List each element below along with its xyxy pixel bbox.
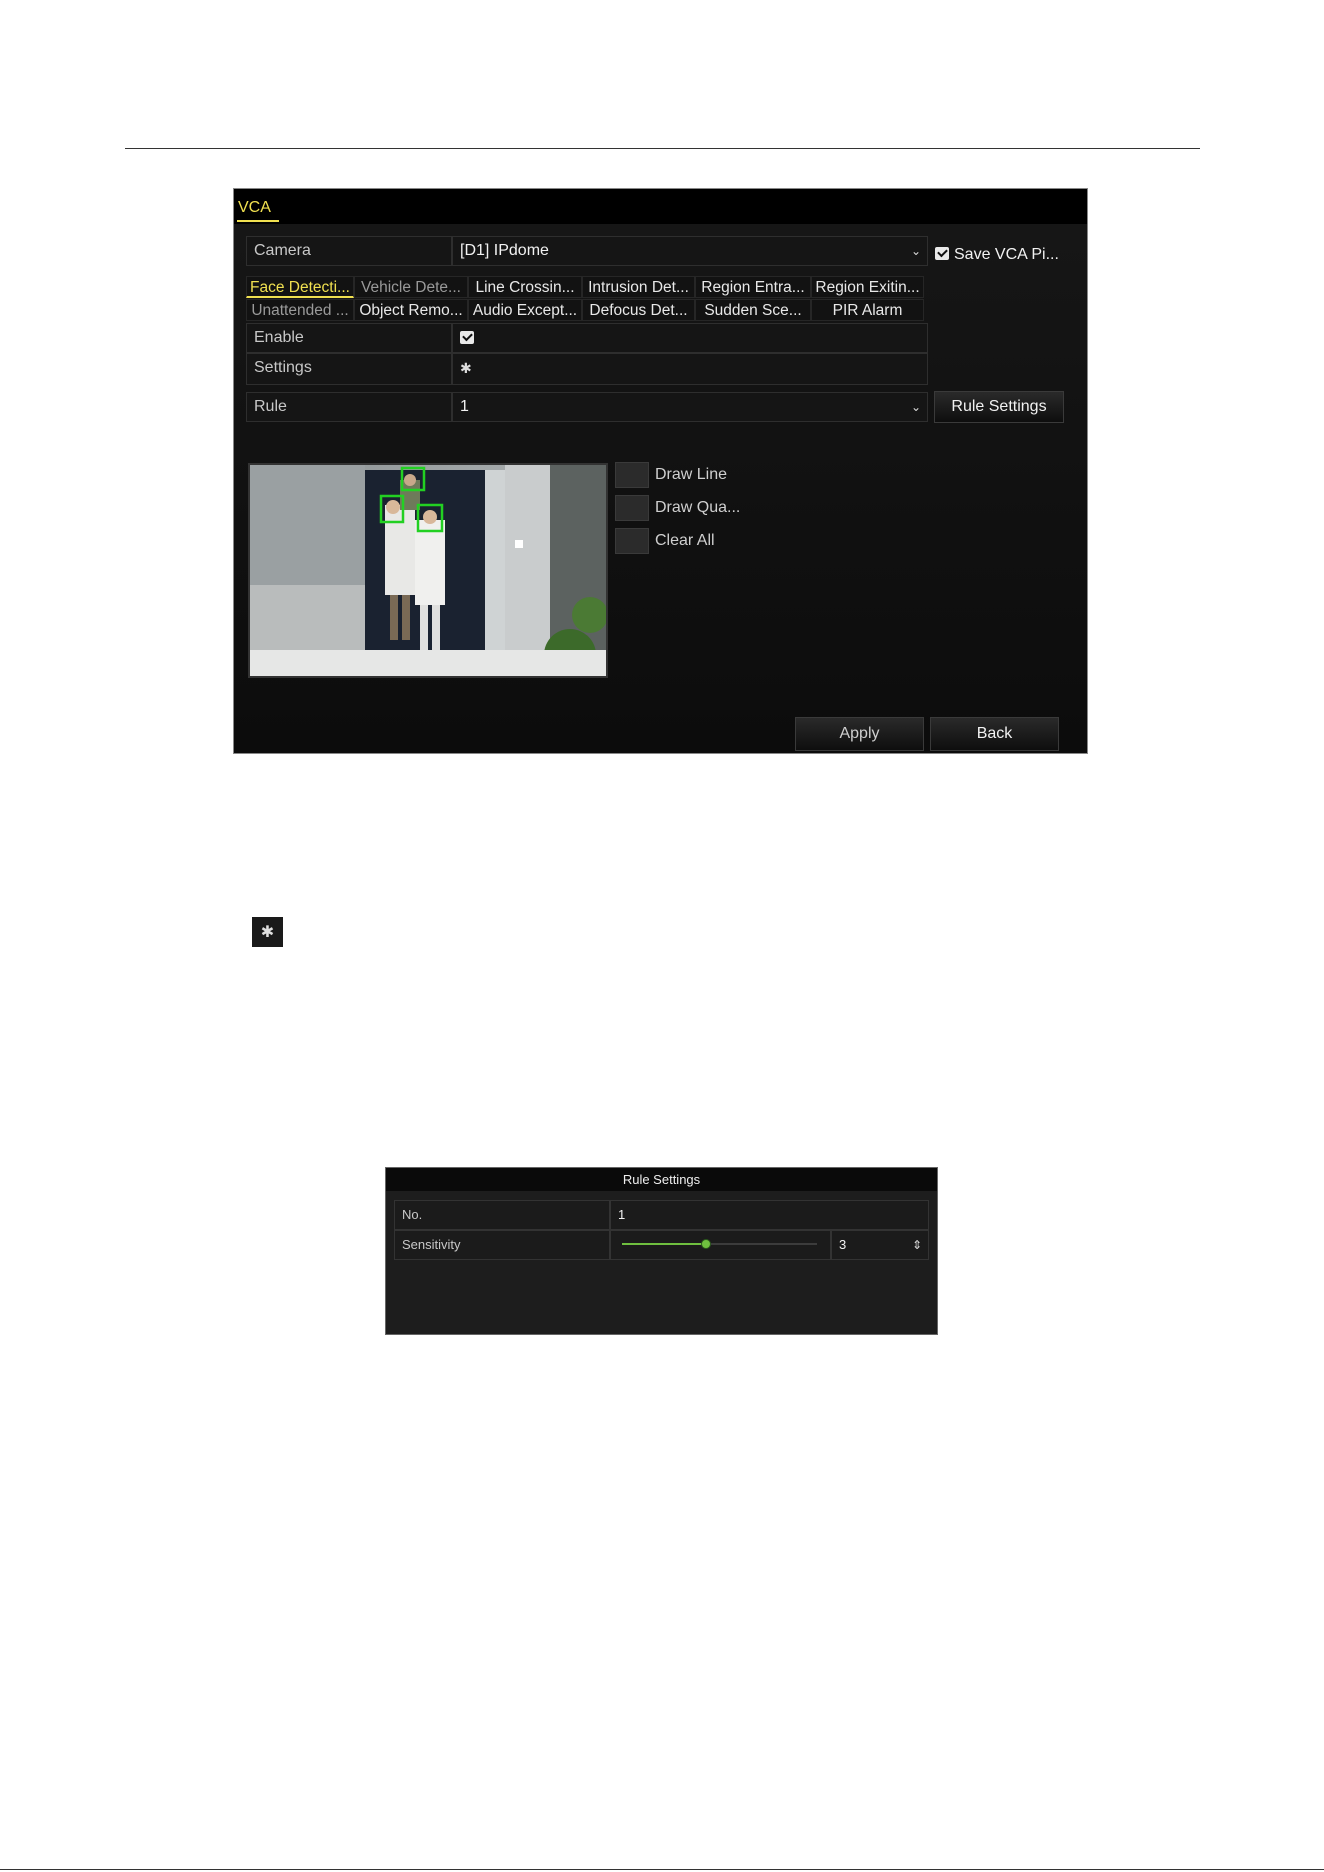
tab-vca-underline: [237, 220, 279, 222]
function-tab-8[interactable]: Object Remo...: [354, 299, 468, 321]
save-vca-picture-checkbox[interactable]: [935, 247, 949, 261]
function-tab-2[interactable]: Vehicle Dete...: [354, 276, 468, 298]
camera-preview[interactable]: [248, 463, 608, 678]
no-label: No.: [394, 1200, 610, 1230]
enable-checkbox[interactable]: [460, 331, 474, 345]
page-footer-rule: [0, 1869, 1324, 1870]
rule-select-value: 1: [460, 398, 469, 415]
function-tab-12[interactable]: PIR Alarm: [811, 299, 924, 321]
enable-cell: [452, 323, 928, 353]
function-tab-4[interactable]: Intrusion Det...: [582, 276, 695, 298]
clear-all-tool[interactable]: Clear All: [615, 528, 715, 554]
rule-select[interactable]: 1 ⌄: [452, 392, 928, 422]
function-tab-3[interactable]: Line Crossin...: [468, 276, 582, 298]
no-value: 1: [610, 1200, 929, 1230]
camera-label: Camera: [246, 236, 452, 266]
camera-select[interactable]: [D1] IPdome ⌄: [452, 236, 928, 266]
function-tab-11[interactable]: Sudden Sce...: [695, 299, 811, 321]
gear-icon: ✱: [260, 924, 275, 941]
enable-label: Enable: [246, 323, 452, 353]
vca-window: VCA Camera [D1] IPdome ⌄ Save VCA Pi... …: [234, 189, 1087, 753]
rule-settings-title: Rule Settings: [386, 1168, 937, 1191]
apply-button[interactable]: Apply: [795, 717, 924, 751]
settings-label: Settings: [246, 353, 452, 385]
sensitivity-slider[interactable]: [622, 1239, 817, 1249]
chevron-down-icon: ⌄: [910, 400, 921, 414]
sensitivity-stepper[interactable]: 3 ⇕: [831, 1230, 929, 1260]
vca-body: Camera [D1] IPdome ⌄ Save VCA Pi... Face…: [234, 224, 1087, 753]
page-header-rule: [125, 148, 1200, 149]
camera-select-value: [D1] IPdome: [460, 242, 549, 259]
sensitivity-slider-fill: [622, 1243, 706, 1245]
draw-line-icon: [615, 462, 649, 488]
chevron-down-icon: ⌄: [910, 244, 921, 258]
rule-settings-button[interactable]: Rule Settings: [934, 391, 1064, 423]
sensitivity-label: Sensitivity: [394, 1230, 610, 1260]
vca-tab-bar: VCA: [234, 189, 1087, 224]
sensitivity-value: 3: [839, 1237, 847, 1252]
draw-quadrilateral-tool[interactable]: Draw Qua...: [615, 495, 740, 521]
draw-quadrilateral-icon: [615, 495, 649, 521]
gear-icon[interactable]: ✱: [460, 354, 472, 382]
save-vca-picture-label: Save VCA Pi...: [954, 246, 1059, 263]
stepper-arrows-icon[interactable]: ⇕: [912, 1231, 922, 1259]
function-tab-9[interactable]: Audio Except...: [468, 299, 582, 321]
function-tab-1[interactable]: Face Detecti...: [246, 276, 354, 298]
camera-preview-image: [250, 465, 606, 676]
settings-gear-icon-reference: ✱: [252, 917, 283, 947]
rule-settings-dialog: Rule Settings No. 1 Sensitivity 3 ⇕: [386, 1168, 937, 1334]
clear-all-icon: [615, 528, 649, 554]
settings-cell: ✱: [452, 353, 928, 385]
function-tab-7[interactable]: Unattended ...: [246, 299, 354, 321]
draw-line-label: Draw Line: [655, 466, 728, 484]
rule-label: Rule: [246, 392, 452, 422]
clear-all-label: Clear All: [655, 532, 715, 550]
draw-quadrilateral-label: Draw Qua...: [655, 499, 741, 517]
back-button[interactable]: Back: [930, 717, 1059, 751]
sensitivity-slider-handle[interactable]: [700, 1239, 711, 1249]
save-vca-picture-toggle[interactable]: Save VCA Pi...: [935, 240, 1059, 270]
draw-line-tool[interactable]: Draw Line: [615, 462, 727, 488]
function-tab-10[interactable]: Defocus Det...: [582, 299, 695, 321]
sensitivity-slider-cell: [610, 1230, 831, 1260]
tab-vca[interactable]: VCA: [238, 199, 271, 217]
function-tab-6[interactable]: Region Exitin...: [811, 276, 924, 298]
function-tab-5[interactable]: Region Entra...: [695, 276, 811, 298]
